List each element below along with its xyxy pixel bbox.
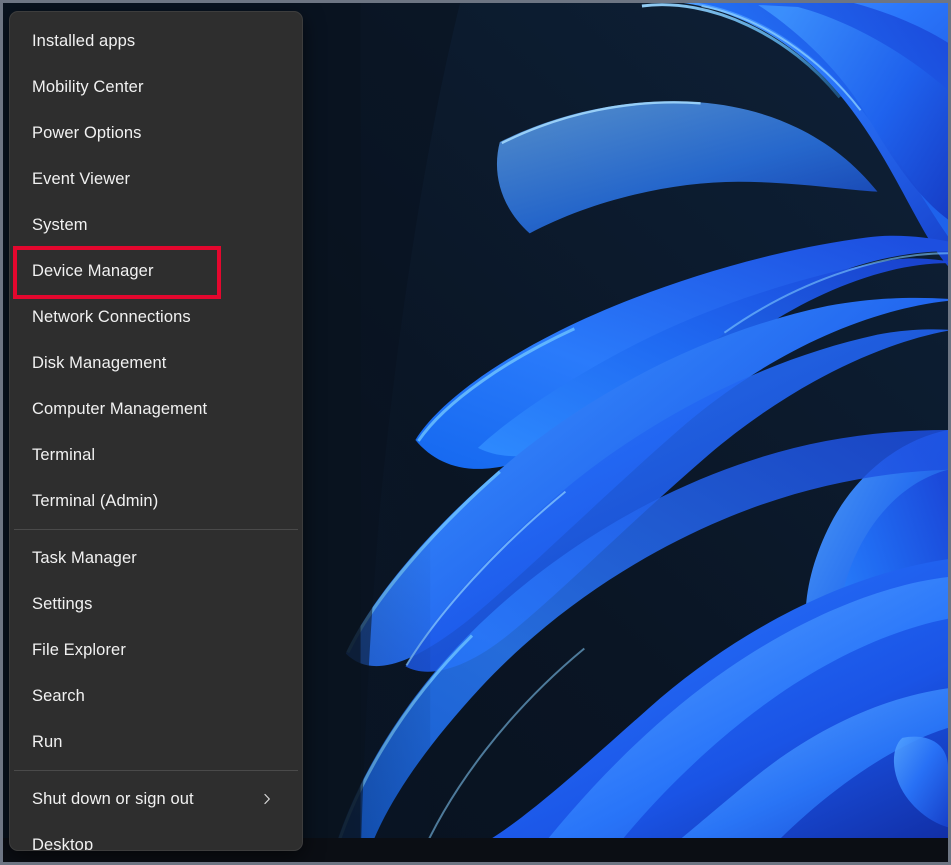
menu-item-label: Power Options (32, 123, 142, 142)
menu-item-label: Task Manager (32, 548, 137, 567)
menu-item-label: Terminal (32, 445, 96, 464)
menu-item-shut-down-or-sign-out[interactable]: Shut down or sign out (10, 776, 302, 822)
menu-item-mobility-center[interactable]: Mobility Center (10, 64, 302, 110)
menu-item-computer-management[interactable]: Computer Management (10, 386, 302, 432)
menu-item-label: Shut down or sign out (32, 789, 194, 808)
menu-item-system[interactable]: System (10, 202, 302, 248)
menu-item-label: Disk Management (32, 353, 167, 372)
menu-group-session: Shut down or sign out Desktop (10, 776, 302, 851)
menu-item-label: Terminal (Admin) (32, 491, 159, 510)
menu-group-tools: Installed apps Mobility Center Power Opt… (10, 18, 302, 524)
menu-item-label: File Explorer (32, 640, 126, 659)
menu-item-network-connections[interactable]: Network Connections (10, 294, 302, 340)
menu-item-event-viewer[interactable]: Event Viewer (10, 156, 302, 202)
menu-item-settings[interactable]: Settings (10, 581, 302, 627)
chevron-right-icon (260, 792, 274, 806)
menu-item-label: Computer Management (32, 399, 208, 418)
menu-item-search[interactable]: Search (10, 673, 302, 719)
menu-item-run[interactable]: Run (10, 719, 302, 765)
menu-item-label: Device Manager (32, 261, 154, 280)
menu-item-device-manager[interactable]: Device Manager (10, 248, 302, 294)
menu-item-terminal-admin[interactable]: Terminal (Admin) (10, 478, 302, 524)
menu-item-power-options[interactable]: Power Options (10, 110, 302, 156)
menu-item-label: Settings (32, 594, 93, 613)
menu-item-label: Search (32, 686, 85, 705)
menu-separator (14, 529, 298, 530)
menu-item-disk-management[interactable]: Disk Management (10, 340, 302, 386)
desktop-screen: Installed apps Mobility Center Power Opt… (0, 0, 951, 865)
win-x-quick-link-menu[interactable]: Installed apps Mobility Center Power Opt… (9, 11, 303, 851)
menu-item-label: Mobility Center (32, 77, 144, 96)
menu-separator (14, 770, 298, 771)
menu-item-terminal[interactable]: Terminal (10, 432, 302, 478)
menu-item-file-explorer[interactable]: File Explorer (10, 627, 302, 673)
menu-item-label: Desktop (32, 835, 94, 851)
menu-item-label: Installed apps (32, 31, 136, 50)
menu-item-label: Run (32, 732, 63, 751)
menu-item-task-manager[interactable]: Task Manager (10, 535, 302, 581)
menu-item-label: Network Connections (32, 307, 191, 326)
menu-item-label: System (32, 215, 88, 234)
menu-item-label: Event Viewer (32, 169, 131, 188)
menu-group-system: Task Manager Settings File Explorer Sear… (10, 535, 302, 765)
menu-item-installed-apps[interactable]: Installed apps (10, 18, 302, 64)
menu-item-desktop[interactable]: Desktop (10, 822, 302, 851)
